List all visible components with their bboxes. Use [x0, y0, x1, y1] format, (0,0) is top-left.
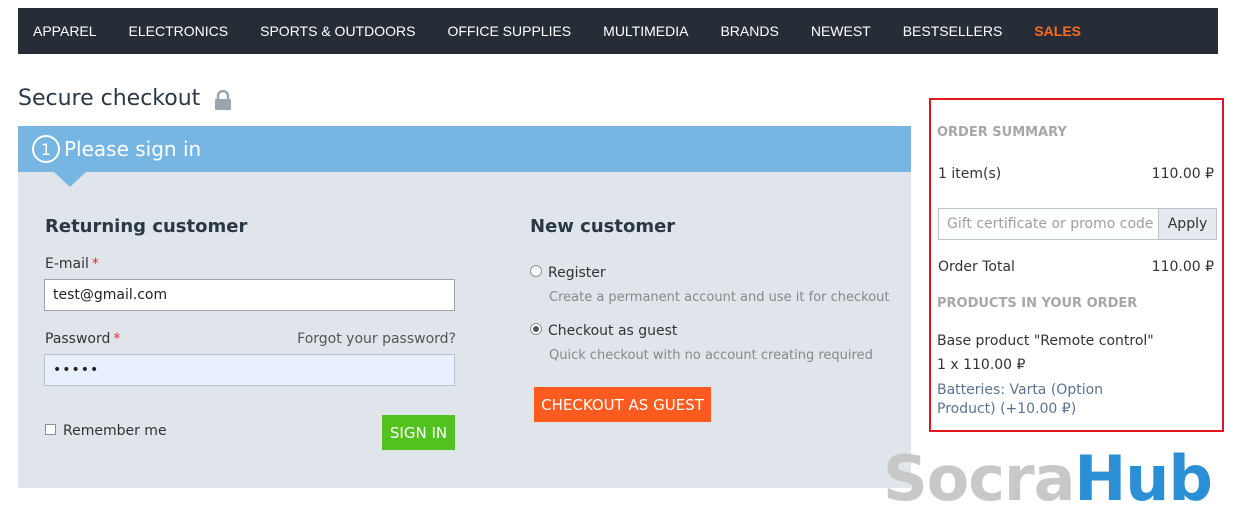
apply-button[interactable]: Apply: [1158, 209, 1216, 239]
socrahub-watermark: SocraHub: [883, 448, 1213, 510]
order-summary: ORDER SUMMARY 1 item(s) 110.00 ₽ Gift ce…: [929, 98, 1224, 432]
nav-item-sales[interactable]: SALES: [1034, 23, 1081, 39]
order-total-label: Order Total: [938, 259, 1015, 275]
nav-item-apparel[interactable]: APPAREL: [33, 23, 97, 39]
email-field[interactable]: test@gmail.com: [44, 279, 455, 311]
sign-in-button[interactable]: SIGN IN: [382, 415, 455, 450]
step-title: Please sign in: [64, 137, 202, 161]
new-customer-title: New customer: [530, 216, 676, 237]
nav-item-sports-outdoors[interactable]: SPORTS & OUTDOORS: [260, 23, 415, 39]
register-radio[interactable]: [530, 265, 542, 277]
items-count: 1 item(s): [938, 166, 1002, 182]
checkout-as-guest-radio[interactable]: [530, 323, 542, 335]
step-number-badge: 1: [32, 135, 60, 163]
product-option: Batteries: Varta (Option Product) (+10.0…: [937, 382, 1104, 417]
password-value: •••••: [53, 362, 100, 378]
checkout-as-guest-hint: Quick checkout with no account creating …: [549, 348, 873, 363]
promo-code-input[interactable]: Gift certificate or promo code: [939, 209, 1158, 239]
email-label-text: E-mail: [45, 256, 89, 272]
required-mark: *: [113, 331, 121, 347]
products-heading: PRODUCTS IN YOUR ORDER: [937, 296, 1138, 311]
nav-item-electronics[interactable]: ELECTRONICS: [129, 23, 229, 39]
page-title-row: Secure checkout: [18, 86, 232, 111]
step-header: 1 Please sign in: [18, 126, 911, 187]
required-mark: *: [91, 256, 99, 272]
nav-item-office-supplies[interactable]: OFFICE SUPPLIES: [447, 23, 571, 39]
nav-item-bestsellers[interactable]: BESTSELLERS: [903, 23, 1003, 39]
email-value: test@gmail.com: [53, 287, 168, 303]
top-navigation: APPAREL ELECTRONICS SPORTS & OUTDOORS OF…: [18, 8, 1218, 54]
sign-in-panel: 1 Please sign in Returning customer E-ma…: [18, 126, 911, 488]
lock-icon: [215, 89, 232, 110]
product-quantity-price: 1 x 110.00 ₽: [937, 357, 1026, 373]
email-label: E-mail *: [45, 256, 99, 272]
password-label: Password *: [45, 331, 120, 347]
page-title: Secure checkout: [18, 86, 201, 111]
watermark-part-1: Socra: [883, 442, 1075, 515]
promo-code-placeholder: Gift certificate or promo code: [947, 216, 1154, 232]
password-field[interactable]: •••••: [44, 354, 455, 386]
order-summary-heading: ORDER SUMMARY: [937, 125, 1067, 140]
forgot-password-link[interactable]: Forgot your password?: [297, 331, 456, 347]
watermark-part-2: Hub: [1074, 442, 1212, 515]
returning-customer-title: Returning customer: [45, 216, 248, 237]
remember-me-checkbox[interactable]: [45, 424, 56, 435]
checkout-as-guest-label[interactable]: Checkout as guest: [548, 323, 677, 339]
remember-me-label[interactable]: Remember me: [63, 423, 167, 439]
nav-item-newest[interactable]: NEWEST: [811, 23, 871, 39]
nav-item-brands[interactable]: BRANDS: [720, 23, 778, 39]
password-label-text: Password: [45, 331, 111, 347]
nav-item-multimedia[interactable]: MULTIMEDIA: [603, 23, 688, 39]
product-name: Base product "Remote control": [937, 333, 1154, 349]
order-total-value: 110.00 ₽: [1151, 259, 1214, 275]
checkout-as-guest-button[interactable]: CHECKOUT AS GUEST: [534, 387, 711, 422]
promo-code-group: Gift certificate or promo code Apply: [938, 208, 1217, 240]
items-total: 110.00 ₽: [1151, 166, 1214, 182]
step-header-arrow: [54, 172, 86, 187]
register-hint: Create a permanent account and use it fo…: [549, 290, 890, 305]
register-label[interactable]: Register: [548, 265, 606, 281]
